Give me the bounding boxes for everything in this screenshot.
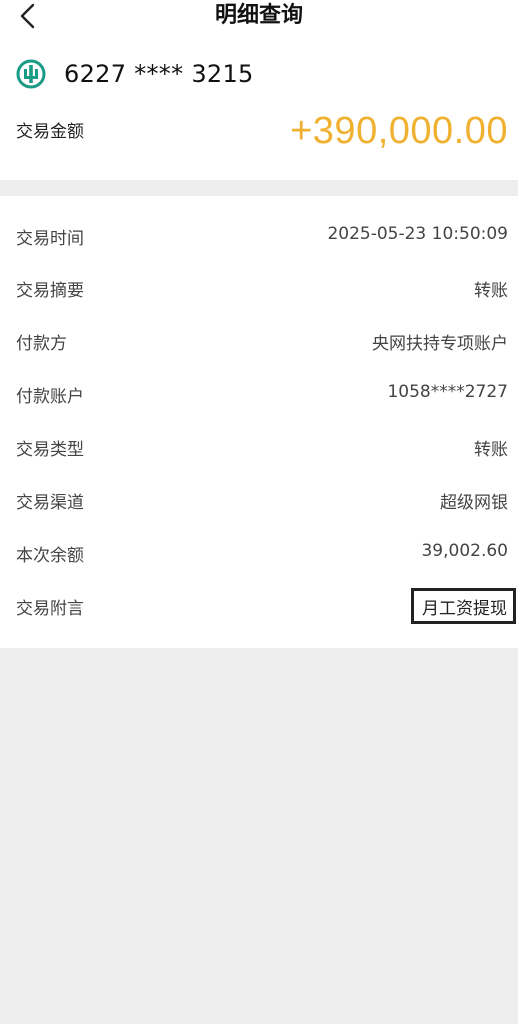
- detail-label: 交易渠道: [16, 493, 84, 513]
- detail-label: 付款方: [16, 334, 67, 354]
- detail-value: 转账: [474, 440, 508, 460]
- detail-value: 39,002.60: [421, 541, 508, 561]
- detail-label: 付款账户: [16, 387, 84, 407]
- amount-value: +390,000.00: [290, 110, 508, 152]
- chevron-left-icon[interactable]: [16, 2, 38, 30]
- detail-row-balance: 本次余额 39,002.60: [0, 535, 518, 571]
- detail-value: 央网扶持专项账户: [372, 334, 508, 354]
- detail-value: 转账: [474, 281, 508, 301]
- detail-value-highlighted: 月工资提现: [411, 588, 516, 624]
- detail-value: 2025-05-23 10:50:09: [327, 224, 508, 244]
- detail-label: 交易摘要: [16, 281, 84, 301]
- detail-label: 交易附言: [16, 599, 84, 619]
- detail-value: 超级网银: [440, 493, 508, 513]
- detail-row-channel: 交易渠道 超级网银: [0, 482, 518, 518]
- bank-logo-icon: [16, 59, 46, 89]
- detail-row-payer: 付款方 央网扶持专项账户: [0, 323, 518, 359]
- detail-row-note: 交易附言 月工资提现: [0, 588, 518, 624]
- detail-row-summary: 交易摘要 转账: [0, 270, 518, 306]
- header-bar: 明细查询: [0, 0, 518, 32]
- summary-panel: 明细查询 6227 **** 3215 交易金额 +390,000.00: [0, 0, 518, 180]
- detail-label: 本次余额: [16, 546, 84, 566]
- detail-label: 交易时间: [16, 229, 84, 249]
- detail-value: 1058****2727: [387, 382, 508, 402]
- detail-row-payer-account: 付款账户 1058****2727: [0, 376, 518, 412]
- page-title: 明细查询: [214, 3, 303, 28]
- amount-label: 交易金额: [16, 122, 84, 142]
- account-row: 6227 **** 3215: [16, 58, 254, 90]
- details-card: 交易时间 2025-05-23 10:50:09 交易摘要 转账 付款方 央网扶…: [0, 196, 518, 648]
- detail-label: 交易类型: [16, 440, 84, 460]
- detail-row-type: 交易类型 转账: [0, 429, 518, 465]
- account-number: 6227 **** 3215: [64, 60, 254, 88]
- detail-row-time: 交易时间 2025-05-23 10:50:09: [0, 218, 518, 254]
